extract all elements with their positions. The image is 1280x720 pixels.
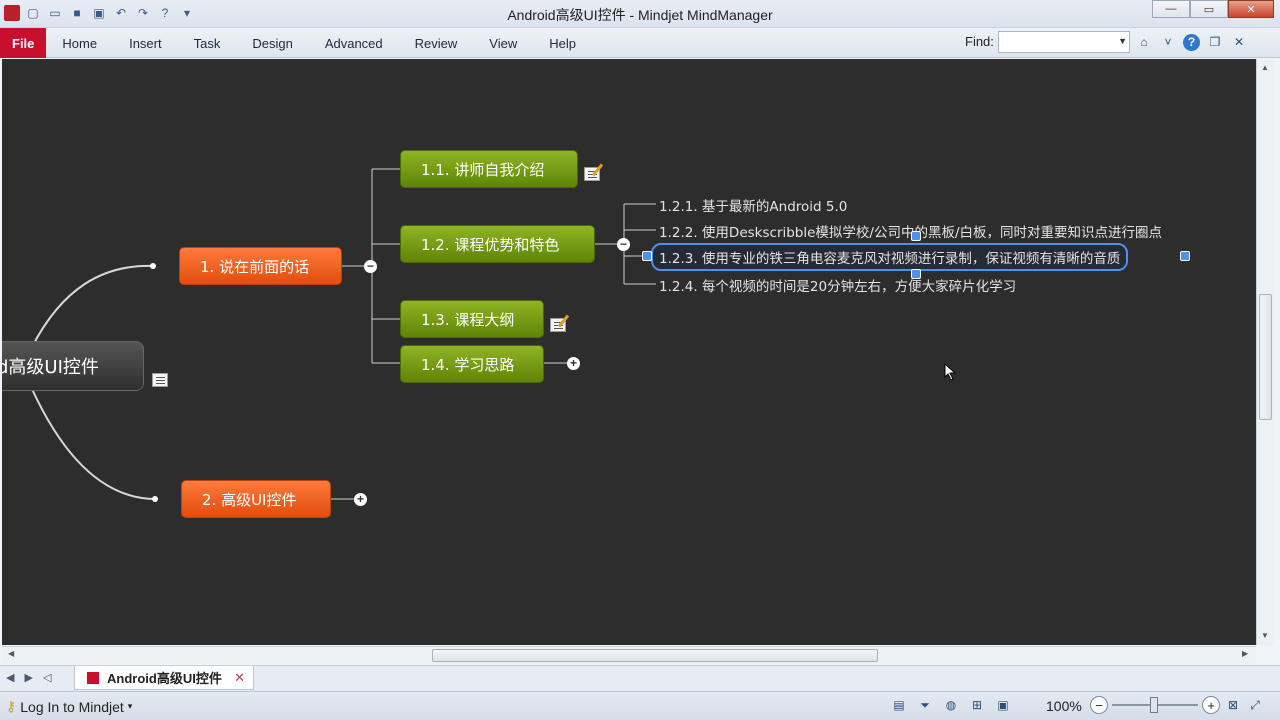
subtopic-1-3[interactable]: 1.3. 课程大纲 (400, 300, 544, 338)
login-menu[interactable]: ⚷ Log In to Mindjet ▾ (6, 698, 132, 715)
window-title: Android高级UI控件 - Mindjet MindManager (507, 7, 773, 23)
login-dropdown-icon: ▾ (127, 701, 133, 711)
status-tools: ▤ ⏷ ◍ ⊞ ▣ (890, 696, 1012, 714)
tab-list-icon[interactable]: ◁ (43, 671, 51, 684)
horizontal-scrollbar[interactable]: ◀ ▶ (2, 646, 1256, 664)
detail-topic-1-2-4[interactable]: 1.2.4. 每个视频的时间是20分钟左右，方便大家碎片化学习 (659, 275, 1016, 295)
subtopic-1-4[interactable]: 1.4. 学习思路 (400, 345, 544, 383)
document-tab-bar: ◀ ▶ ◁ Android高级UI控件 ✕ (0, 665, 1280, 691)
minimize-ribbon-icon[interactable]: ˅ (1159, 33, 1177, 51)
tab-task[interactable]: Task (178, 28, 237, 58)
tab-view[interactable]: View (473, 28, 533, 58)
main-topic-2[interactable]: 2. 高级UI控件 (181, 480, 331, 518)
detail-topic-1-2-3-selected[interactable]: 1.2.3. 使用专业的铁三角电容麦克风对视频进行录制，保证视频有清晰的音质 (651, 243, 1129, 271)
task-pane-icon[interactable]: ▤ (890, 696, 908, 714)
minimize-button[interactable]: — (1152, 0, 1190, 18)
main-topic-1[interactable]: 1. 说在前面的话 (179, 247, 342, 285)
tab-insert[interactable]: Insert (113, 28, 178, 58)
close-document-icon[interactable]: ✕ (1230, 33, 1248, 51)
subtopic-1-1-label: 1.1. 讲师自我介绍 (421, 160, 545, 179)
main-topic-1-label: 1. 说在前面的话 (200, 257, 310, 276)
tab-review[interactable]: Review (399, 28, 474, 58)
scroll-down-icon[interactable]: ▼ (1261, 631, 1269, 640)
expand-toggle-icon[interactable]: + (354, 493, 367, 506)
view-toggle-icon[interactable]: ▣ (994, 696, 1012, 714)
zoom-level: 100% (1046, 698, 1082, 714)
key-icon: ⚷ (6, 698, 17, 714)
tab-help[interactable]: Help (533, 28, 592, 58)
subtopic-1-3-label: 1.3. 课程大纲 (421, 310, 515, 329)
fit-map-icon[interactable]: ⊞ (968, 696, 986, 714)
mouse-cursor-icon (944, 363, 957, 381)
zoom-slider[interactable] (1112, 697, 1198, 713)
subtopic-1-4-label: 1.4. 学习思路 (421, 355, 515, 374)
tab-design[interactable]: Design (236, 28, 308, 58)
help-circle-icon[interactable]: ? (1183, 33, 1200, 51)
next-tab-icon[interactable]: ▶ (24, 671, 32, 684)
horizontal-scroll-thumb[interactable] (432, 649, 878, 662)
scroll-up-icon[interactable]: ▲ (1261, 63, 1269, 72)
close-tab-icon[interactable]: ✕ (234, 670, 245, 686)
collapse-toggle-icon[interactable]: − (617, 238, 630, 251)
document-tab-label: Android高级UI控件 (107, 671, 222, 686)
close-button[interactable]: ✕ (1228, 0, 1274, 18)
subtopic-1-2-label: 1.2. 课程优势和特色 (421, 235, 560, 254)
tab-home[interactable]: Home (46, 28, 113, 58)
document-tab-active[interactable]: Android高级UI控件 ✕ (74, 666, 254, 690)
scroll-left-icon[interactable]: ◀ (8, 649, 14, 658)
zoom-in-button[interactable]: + (1202, 696, 1220, 714)
zoom-control: − + ⊠ ⤢ (1090, 696, 1264, 714)
prev-tab-icon[interactable]: ◀ (6, 671, 14, 684)
map-canvas[interactable]: d高级UI控件 1. 说在前面的话 − 2. 高级UI控件 + 1.1. 讲师自… (2, 59, 1256, 645)
notes-icon[interactable] (152, 373, 168, 387)
find-input[interactable]: ▼ (998, 31, 1130, 53)
connector-dot (152, 496, 158, 502)
search-options-icon[interactable]: ⌂ (1135, 33, 1153, 51)
title-bar: ▢ ▭ ■ ▣ ↶ ↷ ? ▾ Android高级UI控件 - Mindjet … (0, 0, 1280, 28)
detail-topic-1-2-1[interactable]: 1.2.1. 基于最新的Android 5.0 (659, 195, 847, 215)
globe-icon[interactable]: ◍ (942, 696, 960, 714)
expand-toggle-icon[interactable]: + (567, 357, 580, 370)
main-topic-2-label: 2. 高级UI控件 (202, 490, 297, 509)
collapse-toggle-icon[interactable]: − (364, 260, 377, 273)
central-topic[interactable]: d高级UI控件 (2, 341, 144, 391)
fit-window-icon[interactable]: ⊠ (1224, 696, 1242, 714)
restore-document-icon[interactable]: ❐ (1206, 33, 1224, 51)
selection-handle[interactable] (642, 251, 652, 261)
zoom-out-button[interactable]: − (1090, 696, 1108, 714)
selection-handle[interactable] (1180, 251, 1190, 261)
subtopic-1-1[interactable]: 1.1. 讲师自我介绍 (400, 150, 578, 188)
ribbon: File Home Insert Task Design Advanced Re… (0, 28, 1280, 58)
filter-icon[interactable]: ⏷ (916, 696, 934, 714)
vertical-scroll-thumb[interactable] (1259, 294, 1272, 420)
maximize-button[interactable]: ▭ (1190, 0, 1228, 18)
tab-navigation: ◀ ▶ ◁ (6, 671, 51, 684)
tab-file[interactable]: File (0, 28, 47, 58)
login-label: Log In to Mindjet (20, 698, 124, 715)
find-label: Find: (965, 34, 994, 49)
status-bar: ⚷ Log In to Mindjet ▾ ▤ ⏷ ◍ ⊞ ▣ 100% − +… (0, 691, 1280, 720)
selection-handle[interactable] (911, 231, 921, 241)
scroll-right-icon[interactable]: ▶ (1242, 649, 1248, 658)
tab-advanced[interactable]: Advanced (309, 28, 399, 58)
ribbon-right-controls: ⌂ ˅ ? ❐ ✕ (1135, 33, 1248, 51)
ribbon-tabs: File Home Insert Task Design Advanced Re… (0, 28, 592, 58)
document-icon (87, 671, 99, 684)
find-dropdown-icon[interactable]: ▼ (1118, 36, 1127, 46)
connector-dot (150, 263, 156, 269)
connector-lines (31, 168, 656, 500)
zoom-slider-knob[interactable] (1150, 697, 1158, 713)
window-controls: — ▭ ✕ (1152, 0, 1274, 18)
vertical-scrollbar[interactable]: ▲ ▼ (1256, 59, 1274, 645)
subtopic-1-2[interactable]: 1.2. 课程优势和特色 (400, 225, 595, 263)
full-screen-icon[interactable]: ⤢ (1246, 696, 1264, 714)
